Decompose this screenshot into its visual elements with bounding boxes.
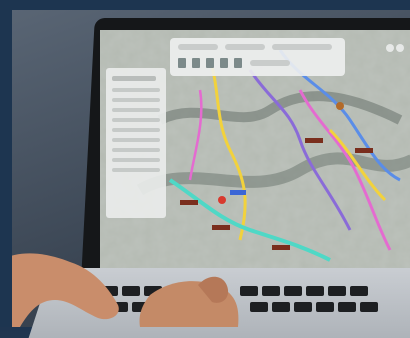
- top-toolbar: [170, 38, 345, 76]
- toolbar-icon[interactable]: [206, 58, 214, 68]
- trail-label[interactable]: [212, 225, 230, 230]
- toolbar-icon[interactable]: [220, 58, 228, 68]
- toolbar-control[interactable]: [272, 44, 332, 50]
- map-control-icon[interactable]: [396, 44, 404, 52]
- trail-label[interactable]: [180, 200, 198, 205]
- toolbar-icon[interactable]: [234, 58, 242, 68]
- map-display: [100, 30, 410, 270]
- map-control-icon[interactable]: [386, 44, 394, 52]
- trail-label[interactable]: [305, 138, 323, 143]
- keyboard: [100, 286, 378, 312]
- toolbar-control[interactable]: [225, 44, 265, 50]
- toolbar-icon[interactable]: [192, 58, 200, 68]
- trail-label[interactable]: [355, 148, 373, 153]
- map-pin-label[interactable]: [230, 190, 246, 195]
- trail-label[interactable]: [272, 245, 290, 250]
- photo-scene: [0, 0, 410, 338]
- toolbar-icon[interactable]: [178, 58, 186, 68]
- panel-header: [112, 76, 156, 81]
- map-pin-icon[interactable]: [218, 196, 226, 204]
- laptop-screen: [100, 30, 410, 270]
- toolbar-control[interactable]: [250, 60, 290, 66]
- panel-rows: [112, 88, 160, 172]
- toolbar-control[interactable]: [178, 44, 218, 50]
- map-pin-icon[interactable]: [336, 102, 344, 110]
